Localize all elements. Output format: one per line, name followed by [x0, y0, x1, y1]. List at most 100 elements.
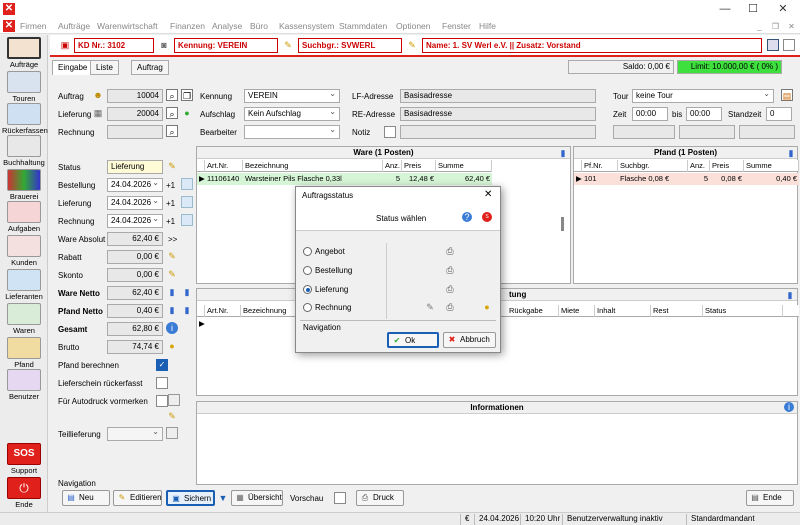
sidebar-item-rueckerfassen[interactable]: Rückerfassen	[2, 103, 48, 135]
coins-icon[interactable]: ●	[166, 340, 178, 352]
search-icon[interactable]: ⌕	[166, 107, 178, 119]
chart-icon[interactable]: ▮	[784, 289, 796, 301]
mdi-minimize-button[interactable]: _	[755, 22, 764, 31]
colors-icon[interactable]: ●	[181, 107, 193, 119]
standzeit-field[interactable]: 0	[766, 107, 792, 121]
col-status[interactable]: Status	[703, 305, 783, 317]
header-checkbox[interactable]	[783, 39, 795, 51]
lieferung-date[interactable]: 24.04.2026	[107, 196, 163, 210]
vorschau-checkbox[interactable]	[334, 492, 346, 504]
maximize-button[interactable]: ☐	[738, 0, 768, 18]
calendar-small-icon[interactable]	[181, 178, 193, 190]
aufschlag-select[interactable]: Kein Aufschlag	[244, 107, 340, 121]
druck-button[interactable]: ⎙ Druck	[356, 490, 404, 506]
ende-button[interactable]: ▤ Ende	[746, 490, 794, 506]
table-row[interactable]: ▶ 11106140 Warsteiner Pils Flasche 0,33l…	[197, 173, 492, 185]
calendar-icon[interactable]: ▤	[781, 89, 793, 101]
lieferung-label[interactable]: Lieferung	[315, 285, 348, 294]
col-preis[interactable]: Preis	[710, 160, 744, 172]
printer-icon[interactable]: ⎙	[444, 301, 456, 313]
info-icon[interactable]: i	[784, 402, 794, 412]
rechnung-label[interactable]: Rechnung	[315, 303, 351, 312]
sidebar-item-support[interactable]: SOS Support	[2, 443, 46, 475]
angebot-label[interactable]: Angebot	[315, 247, 345, 256]
chevron-down-icon[interactable]: ▼	[217, 492, 229, 504]
sidebar-item-auftraege[interactable]: Aufträge	[2, 37, 46, 69]
abbruch-button[interactable]: ✖ Abbruch	[443, 332, 496, 348]
help-icon[interactable]: ?	[462, 212, 472, 222]
table-row[interactable]: ▶ 101 Flasche 0,08 € 5 0,08 € 0,40 €	[574, 173, 799, 185]
sidebar-item-waren[interactable]: Waren	[2, 303, 46, 335]
sidebar-item-kunden[interactable]: Kunden	[2, 235, 46, 267]
chart-icon[interactable]: ▮	[166, 286, 178, 298]
scrollbar[interactable]	[561, 217, 564, 231]
plus-one-label[interactable]: +1	[166, 181, 175, 190]
camera-icon[interactable]: ◙	[158, 39, 170, 51]
radio-bestellung[interactable]	[303, 266, 312, 275]
edit-pencil-icon[interactable]: ✎	[166, 250, 178, 262]
bearbeiter-select[interactable]	[244, 125, 340, 139]
menu-buero[interactable]: Büro	[250, 21, 268, 31]
sidebar-item-pfand[interactable]: Pfand	[2, 337, 46, 369]
menu-kassensystem[interactable]: Kassensystem	[279, 21, 334, 31]
bestellung-date[interactable]: 24.04.2026	[107, 178, 163, 192]
chart-icon[interactable]: ▮	[557, 147, 569, 159]
col-anz[interactable]: Anz.	[688, 160, 710, 172]
menu-optionen[interactable]: Optionen	[396, 21, 431, 31]
plus-one-label[interactable]: +1	[166, 217, 175, 226]
col-rest[interactable]: Rest	[651, 305, 703, 317]
radio-rechnung[interactable]	[303, 303, 312, 312]
sidebar-item-buchhaltung[interactable]: Buchhaltung	[2, 135, 46, 167]
edit-pencil-icon[interactable]: ✎	[282, 39, 294, 51]
close-window-button[interactable]: ✕	[768, 0, 798, 18]
col-rueckgabe[interactable]: Rückgabe	[507, 305, 559, 317]
radio-angebot[interactable]	[303, 247, 312, 256]
search-icon[interactable]: ⌕	[166, 125, 178, 137]
sidebar-item-lieferanten[interactable]: Lieferanten	[2, 269, 46, 301]
col-art-nr[interactable]: Art.Nr.	[205, 305, 241, 317]
autodruck-checkbox[interactable]	[156, 395, 168, 407]
ok-button[interactable]: ✔ Ok	[387, 332, 439, 348]
chart-icon[interactable]: ▮	[166, 304, 178, 316]
sos-icon[interactable]: S	[482, 212, 492, 222]
tab-auftrag[interactable]: Auftrag	[131, 60, 169, 75]
edit-pencil-icon[interactable]: ✎	[406, 39, 418, 51]
window-icon[interactable]	[767, 39, 779, 51]
col-suchbgr[interactable]: Suchbgr.	[618, 160, 688, 172]
kennung-select[interactable]: VEREIN	[244, 89, 340, 103]
editieren-button[interactable]: ✎ Editieren	[113, 490, 162, 506]
zeit-von-field[interactable]: 00:00	[632, 107, 668, 121]
sidebar-item-benutzer[interactable]: Benutzer	[2, 369, 46, 401]
search-icon[interactable]: ⌕	[166, 89, 178, 101]
menu-finanzen[interactable]: Finanzen	[170, 21, 205, 31]
printer-icon[interactable]: ⎙	[444, 283, 456, 295]
edit-pencil-icon[interactable]: ✎	[166, 268, 178, 280]
mdi-close-button[interactable]: ✕	[787, 22, 796, 31]
coins-icon[interactable]: ●	[481, 301, 493, 313]
edit-pencil-icon[interactable]: ✎	[166, 410, 178, 422]
col-bezeichnung[interactable]: Bezeichnung	[241, 305, 301, 317]
re-adresse-field[interactable]: Basisadresse	[400, 107, 596, 121]
bar-chart-icon[interactable]: ▮	[181, 286, 193, 298]
col-anz[interactable]: Anz.	[383, 160, 402, 172]
col-miete[interactable]: Miete	[559, 305, 595, 317]
menu-stammdaten[interactable]: Stammdaten	[339, 21, 387, 31]
mdi-restore-button[interactable]: ❐	[771, 22, 780, 31]
col-pf-nr[interactable]: Pf.Nr.	[582, 160, 618, 172]
info-icon[interactable]: i	[166, 322, 178, 334]
sidebar-item-touren[interactable]: Touren	[2, 71, 46, 103]
pfand-berechnen-checkbox[interactable]: ✓	[156, 359, 168, 371]
col-inhalt[interactable]: Inhalt	[595, 305, 651, 317]
col-bezeichnung[interactable]: Bezeichnung	[243, 160, 383, 172]
lieferschein-checkbox[interactable]	[156, 377, 168, 389]
chart-icon[interactable]: ▮	[785, 147, 797, 159]
col-art-nr[interactable]: Art.Nr.	[205, 160, 243, 172]
print-queue-icon[interactable]	[168, 394, 180, 406]
col-summe[interactable]: Summe	[436, 160, 492, 172]
lf-adresse-field[interactable]: Basisadresse	[400, 89, 596, 103]
expand-arrows[interactable]: >>	[168, 235, 177, 244]
notiz-field[interactable]	[400, 125, 596, 139]
rechnung-date[interactable]: 24.04.2026	[107, 214, 163, 228]
notiz-checkbox[interactable]	[384, 126, 396, 138]
menu-firmen[interactable]: Firmen	[20, 21, 46, 31]
